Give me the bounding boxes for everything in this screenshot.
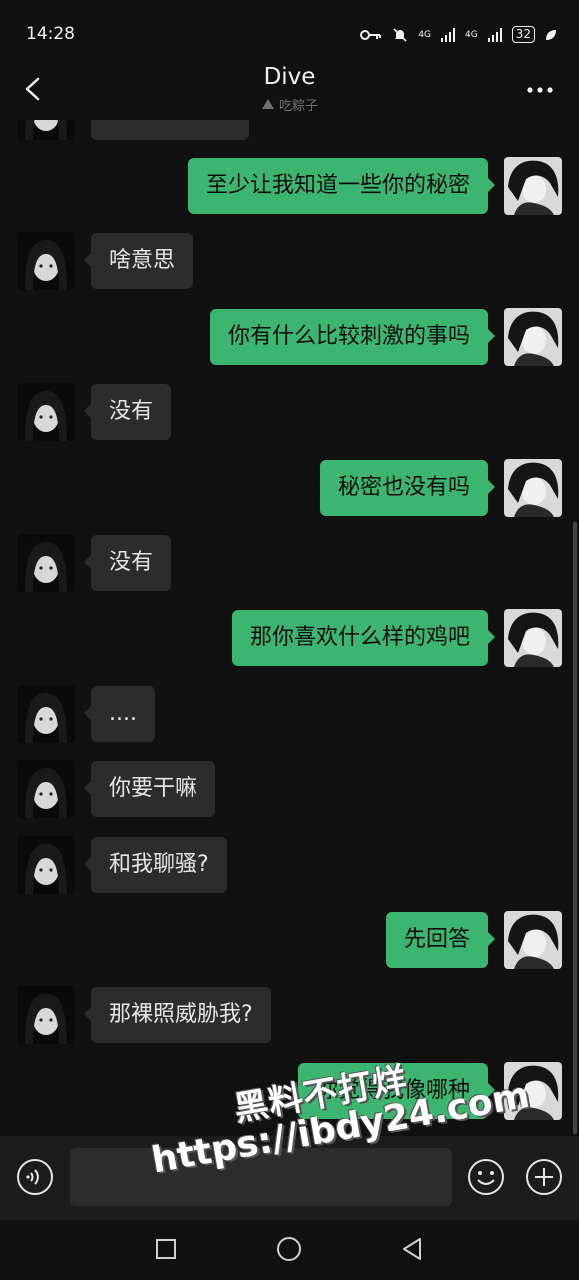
network-type-a: 4G xyxy=(418,29,432,40)
message-bubble[interactable]: 你有什么比较刺激的事吗 xyxy=(209,309,496,365)
sent-message-row: 先回答 xyxy=(0,911,579,971)
message-bubble[interactable]: 秘密也没有吗 xyxy=(319,460,496,516)
voice-icon[interactable] xyxy=(16,1158,54,1196)
status-time: 14:28 xyxy=(26,24,75,44)
message-bubble[interactable]: 你要干嘛 xyxy=(83,761,216,817)
message-bubble[interactable]: 那裸照威胁我? xyxy=(84,987,271,1043)
chat-title: Dive xyxy=(263,64,316,90)
status-icons: 4G 4G 32 xyxy=(360,26,557,43)
my-avatar[interactable] xyxy=(504,157,562,215)
received-message-row: 你要干嘛 xyxy=(0,760,579,820)
back-nav-icon[interactable] xyxy=(400,1237,424,1261)
home-icon[interactable] xyxy=(276,1236,302,1262)
contact-avatar[interactable] xyxy=(17,534,75,592)
my-avatar[interactable] xyxy=(504,308,562,366)
message-bubble[interactable]: .... xyxy=(84,686,155,742)
sent-message-row: 你觉得我像哪种 xyxy=(0,1062,579,1122)
sent-message-row: 你有什么比较刺激的事吗 xyxy=(0,308,579,368)
contact-avatar[interactable] xyxy=(17,836,75,894)
sent-message-row: 那你喜欢什么样的鸡吧 xyxy=(0,609,579,669)
signal-icon xyxy=(441,27,456,42)
message-list[interactable]: 至少让我知道一些你的秘密 啥意思 你有什么比较刺激的事吗 没有 秘密也没有吗 没有 那你喜欢… xyxy=(0,120,579,1136)
received-message-row: 没有 xyxy=(0,534,579,594)
key-icon xyxy=(360,29,382,40)
contact-avatar[interactable] xyxy=(17,120,75,140)
scrollbar[interactable] xyxy=(573,522,577,1134)
emoji-icon[interactable] xyxy=(467,1158,505,1196)
sent-message-row: 至少让我知道一些你的秘密 xyxy=(0,157,579,217)
my-avatar[interactable] xyxy=(504,609,562,667)
signal-icon xyxy=(487,27,502,42)
sent-message-row: 秘密也没有吗 xyxy=(0,459,579,519)
received-message-row: 没有 xyxy=(0,383,579,443)
leaf-icon xyxy=(546,29,556,40)
status-tree-icon xyxy=(261,99,274,109)
received-message-row: .... xyxy=(0,685,579,745)
chat-header: Dive 吃粽子 xyxy=(0,58,579,120)
message-bubble[interactable]: 和我聊骚? xyxy=(84,837,227,893)
chat-subtitle-text: 吃粽子 xyxy=(278,99,318,114)
received-message-row: 啥意思 xyxy=(0,232,579,292)
input-bar xyxy=(0,1136,579,1220)
message-bubble-partial xyxy=(91,120,249,140)
contact-avatar[interactable] xyxy=(17,232,75,290)
message-bubble[interactable]: 至少让我知道一些你的秘密 xyxy=(187,158,496,214)
more-options-button[interactable] xyxy=(525,80,555,100)
plus-icon[interactable] xyxy=(525,1158,563,1196)
contact-avatar[interactable] xyxy=(17,685,75,743)
recent-apps-icon[interactable] xyxy=(155,1238,177,1260)
message-bubble[interactable]: 没有 xyxy=(83,535,172,591)
message-input[interactable] xyxy=(70,1148,452,1206)
my-avatar[interactable] xyxy=(504,459,562,517)
message-bubble[interactable]: 那你喜欢什么样的鸡吧 xyxy=(231,610,496,666)
chat-subtitle: 吃粽子 xyxy=(0,95,579,114)
mute-bell-icon xyxy=(393,27,407,42)
contact-avatar[interactable] xyxy=(17,986,75,1044)
contact-avatar[interactable] xyxy=(17,383,75,441)
received-message-row: 和我聊骚? xyxy=(0,836,579,896)
battery-indicator: 32 xyxy=(511,26,535,43)
my-avatar[interactable] xyxy=(504,1062,562,1120)
message-bubble[interactable]: 先回答 xyxy=(385,912,496,968)
system-navigation-bar xyxy=(0,1220,579,1280)
message-bubble[interactable]: 没有 xyxy=(83,384,172,440)
contact-avatar[interactable] xyxy=(17,760,75,818)
message-bubble[interactable]: 你觉得我像哪种 xyxy=(297,1063,496,1119)
network-type-b: 4G xyxy=(465,29,478,40)
message-bubble[interactable]: 啥意思 xyxy=(83,233,194,289)
received-message-row: 那裸照威胁我? xyxy=(0,986,579,1046)
my-avatar[interactable] xyxy=(504,911,562,969)
